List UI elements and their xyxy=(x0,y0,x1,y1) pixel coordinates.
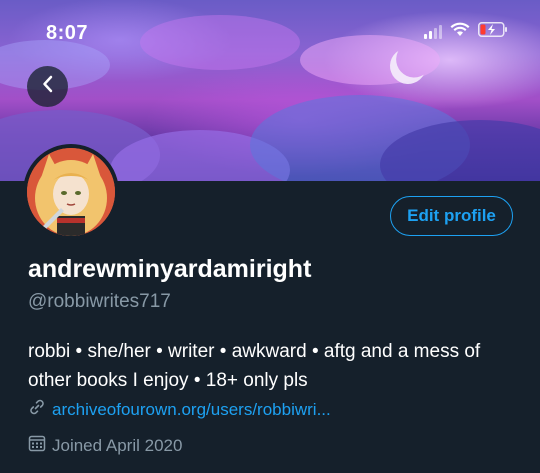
profile-handle: @robbiwrites717 xyxy=(28,291,171,312)
profile-bio: robbi • she/her • writer • awkward • aft… xyxy=(28,341,481,391)
battery-charging-icon xyxy=(478,22,508,42)
profile-link[interactable]: archiveofourown.org/users/robbiwri... xyxy=(52,400,331,420)
wifi-icon xyxy=(450,22,470,42)
edit-profile-button[interactable]: Edit profile xyxy=(390,196,513,236)
calendar-icon xyxy=(28,434,46,457)
signal-icon xyxy=(424,25,442,39)
status-icons xyxy=(424,22,508,42)
link-icon xyxy=(28,398,46,421)
profile-link-row: archiveofourown.org/users/robbiwri... xyxy=(28,398,331,421)
chevron-left-icon xyxy=(41,74,55,99)
joined-row: Joined April 2020 xyxy=(28,434,182,457)
back-button[interactable] xyxy=(27,66,68,107)
avatar[interactable] xyxy=(23,144,119,240)
display-name: andrewminyardamiright xyxy=(28,255,312,283)
status-time: 8:07 xyxy=(46,22,89,44)
joined-date: Joined April 2020 xyxy=(52,435,183,455)
